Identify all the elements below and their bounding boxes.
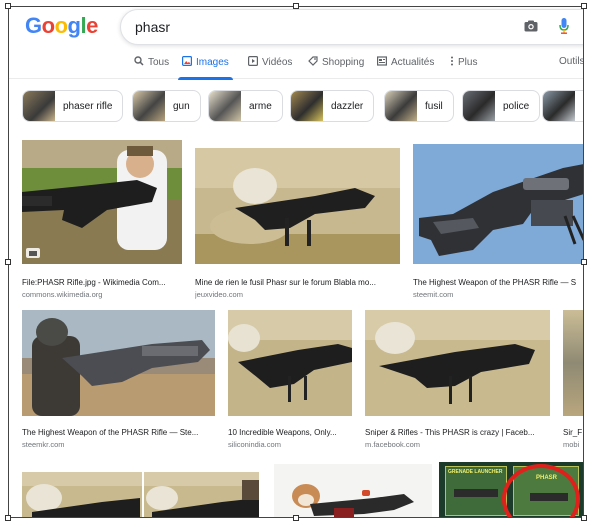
tab-images[interactable]: Images [178,56,233,80]
image-result[interactable]: Sir_F mobi [563,310,584,450]
result-image[interactable] [365,310,550,416]
tab-all[interactable]: Tous [134,56,169,69]
search-input[interactable]: phasr [135,19,170,35]
resize-handle[interactable] [5,259,11,265]
more-vert-icon [450,56,454,69]
resize-handle[interactable] [293,3,299,9]
news-icon [377,56,388,69]
result-image[interactable] [228,310,352,416]
chip-thumbnail [543,91,575,121]
image-result[interactable]: File:PHASR Rifle.jpg - Wikimedia Com... … [22,140,182,300]
play-icon [248,56,259,69]
chip-fusil[interactable]: fusil [384,90,454,122]
result-image[interactable] [274,464,432,518]
image-result[interactable]: The Highest Weapon of the PHASR Rifle — … [22,310,215,450]
resize-handle[interactable] [581,3,587,9]
microphone-icon[interactable] [559,18,569,39]
result-image[interactable] [22,310,215,416]
tools-button[interactable]: Outils [559,56,584,67]
resize-handle[interactable] [5,3,11,9]
chip-thumbnail [463,91,495,121]
tab-videos[interactable]: Vidéos [248,56,292,69]
result-image[interactable] [22,472,259,518]
image-result[interactable]: Mine de rien le fusil Phasr sur le forum… [195,148,400,300]
chip-thumbnail [133,91,165,121]
chip-gun[interactable]: gun [132,90,201,122]
active-tab-indicator [178,77,233,80]
image-result[interactable]: The Highest Weapon of the PHASR Rifle — … [413,144,584,300]
resize-handle[interactable] [5,515,11,521]
image-result[interactable] [22,472,259,518]
result-image[interactable] [563,310,584,416]
browser-frame: Google phasr Tous Images Vidéos Shopping… [8,6,584,518]
chip-phaser-rifle[interactable]: phaser rifle [22,90,124,122]
image-result[interactable] [274,464,432,518]
resize-handle[interactable] [293,515,299,521]
image-result[interactable]: Sniper & Rifles - This PHASR is crazy | … [365,310,550,450]
camera-icon[interactable] [524,19,538,37]
result-image[interactable] [413,144,584,264]
chip-arme[interactable]: arme [208,90,283,122]
search-icon [134,56,144,69]
tab-more[interactable]: Plus [450,56,477,69]
chip-police[interactable]: police [462,90,541,122]
image-icon [182,56,193,69]
chip-thumbnail [385,91,417,121]
result-image[interactable] [22,140,182,264]
chip-thumbnail [291,91,323,121]
chip-thumbnail [209,91,241,121]
resize-handle[interactable] [581,515,587,521]
tab-news[interactable]: Actualités [377,56,434,69]
grenade-launcher-panel: GRENADE LAUNCHER [445,466,507,516]
resize-handle[interactable] [581,259,587,265]
chip-air-force[interactable]: air fo [542,90,584,122]
result-image[interactable] [195,148,400,264]
search-bar[interactable]: phasr [120,9,584,45]
weapon-icon [454,489,498,497]
tag-icon [308,56,318,69]
tab-shopping[interactable]: Shopping [308,56,364,69]
google-logo[interactable]: Google [25,13,98,39]
chip-dazzler[interactable]: dazzler [290,90,375,122]
search-tabs: Tous Images Vidéos Shopping Actualités P… [8,50,584,80]
chip-thumbnail [23,91,55,121]
image-result[interactable]: 10 Incredible Weapons, Only... siliconin… [228,310,352,450]
